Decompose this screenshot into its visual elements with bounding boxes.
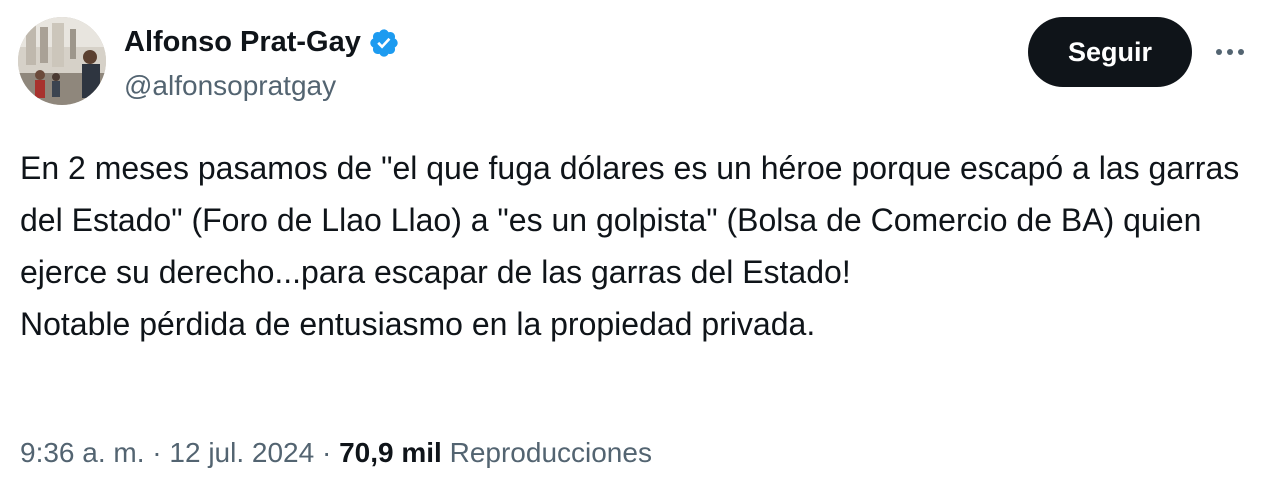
more-dot xyxy=(1227,49,1233,55)
tweet-meta: 9:36 a. m. · 12 jul. 2024 · 70,9 mil Rep… xyxy=(20,433,652,473)
author-handle[interactable]: @alfonsopratgay xyxy=(124,68,336,104)
avatar-photo xyxy=(18,17,106,105)
author-name[interactable]: Alfonso Prat-Gay xyxy=(124,22,400,62)
views-label: Reproducciones xyxy=(449,437,652,468)
follow-button[interactable]: Seguir xyxy=(1028,17,1192,87)
tweet-paragraph: En 2 meses pasamos de "el que fuga dólar… xyxy=(20,150,1240,290)
views-count: 70,9 mil xyxy=(339,437,442,468)
tweet-card: Alfonso Prat-Gay @alfonsopratgay Seguir … xyxy=(0,0,1280,485)
tweet-time[interactable]: 9:36 a. m. xyxy=(20,437,145,468)
author-name-text: Alfonso Prat-Gay xyxy=(124,26,361,58)
verified-badge-icon xyxy=(370,28,398,57)
tweet-paragraph: Notable pérdida de entusiasmo en la prop… xyxy=(20,306,816,342)
author-avatar[interactable] xyxy=(18,17,106,105)
tweet-text: En 2 meses pasamos de "el que fuga dólar… xyxy=(20,142,1250,350)
more-options-icon[interactable] xyxy=(1208,36,1252,68)
tweet-date[interactable]: 12 jul. 2024 xyxy=(169,437,314,468)
meta-separator: · xyxy=(152,437,162,468)
meta-separator: · xyxy=(321,437,332,468)
more-dot xyxy=(1238,49,1244,55)
more-dot xyxy=(1216,49,1222,55)
